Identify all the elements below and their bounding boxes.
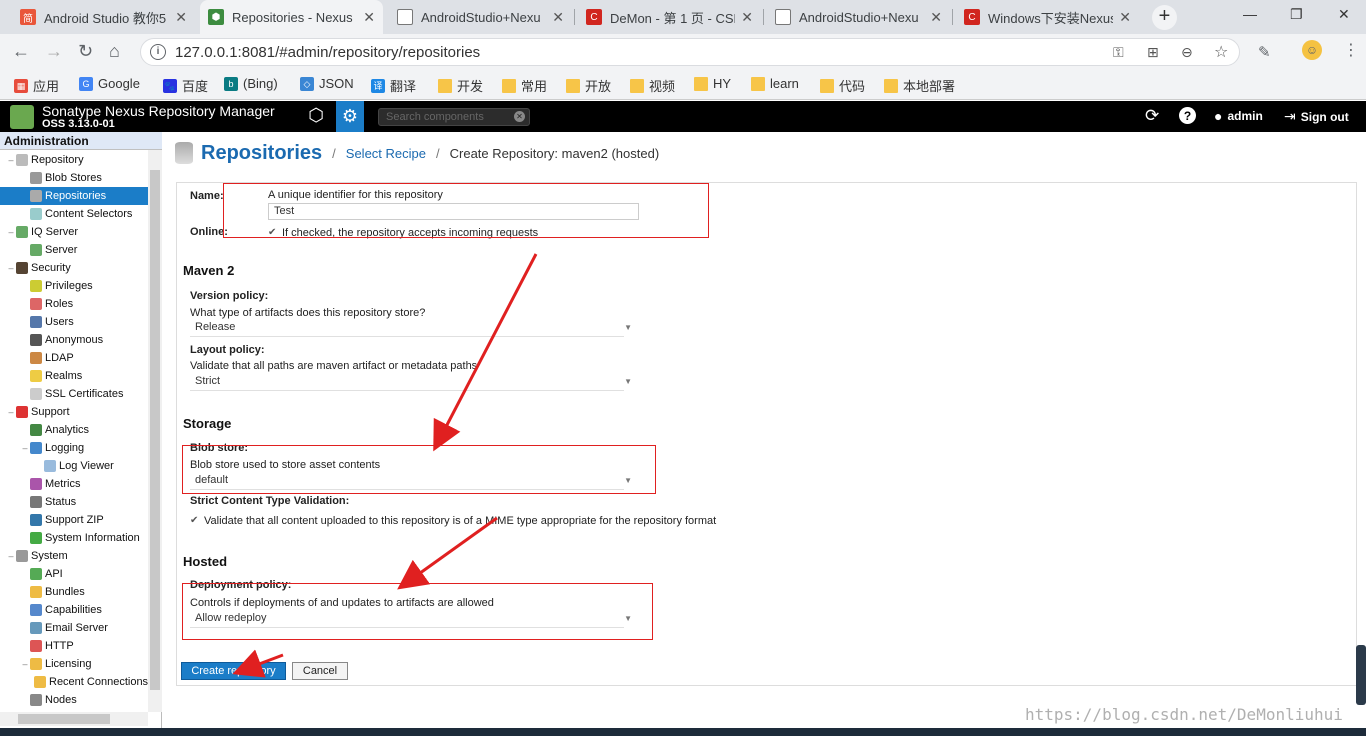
watermark: https://blog.csdn.net/DeMonliuhui (1025, 705, 1343, 724)
arrow-to-create-button (232, 649, 284, 678)
side-widget[interactable] (1356, 645, 1366, 705)
arrow-to-deployment (397, 516, 498, 590)
annotation-arrows (232, 253, 538, 678)
taskbar (0, 728, 1366, 736)
arrow-to-blob-store (433, 253, 538, 452)
